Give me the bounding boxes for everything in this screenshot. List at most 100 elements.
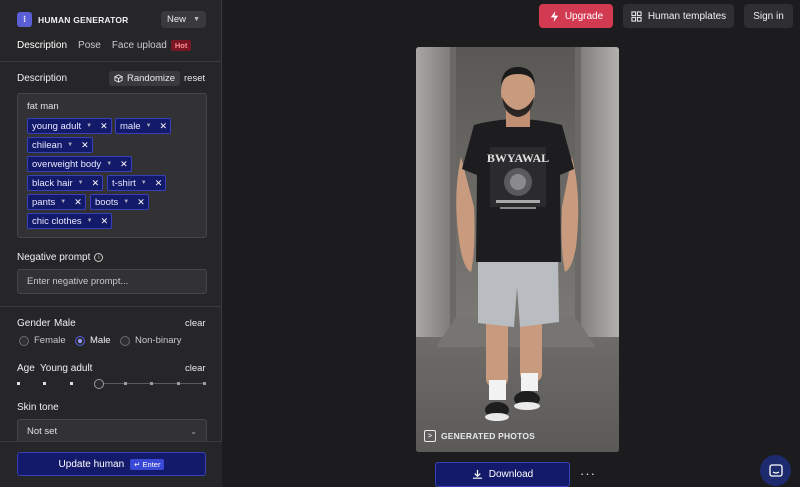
description-prompt-box[interactable]: fat man young adult ▼ ✕ male ▼ ✕ chilean… <box>17 93 207 238</box>
chip-label: black hair <box>32 177 73 189</box>
radio-circle[interactable] <box>120 335 130 346</box>
update-human-button[interactable]: Update human ↵ Enter <box>17 452 206 476</box>
skin-tone-label: Skin tone <box>17 402 59 413</box>
skin-tone-dropdown[interactable]: Not set ⌄ <box>17 419 207 443</box>
chip-label: overweight body <box>32 158 102 170</box>
sign-in-label: Sign in <box>753 10 784 22</box>
age-value: Young adult <box>40 363 93 374</box>
close-icon[interactable]: ✕ <box>92 178 100 189</box>
chevron-down-icon[interactable]: ▼ <box>87 218 93 224</box>
slider-tick <box>177 382 180 385</box>
chip-male[interactable]: male ▼ ✕ <box>115 118 172 134</box>
new-dropdown[interactable]: New ▼ <box>161 11 206 28</box>
chip-chilean[interactable]: chilean ▼ ✕ <box>27 137 93 153</box>
sign-in-button[interactable]: Sign in <box>744 4 793 28</box>
gender-value: Male <box>54 318 76 329</box>
chevron-down-icon[interactable]: ▼ <box>123 199 129 205</box>
radio-label: Non-binary <box>135 335 182 346</box>
chevron-down-icon[interactable]: ▼ <box>67 142 73 148</box>
gender-clear-button[interactable]: clear <box>185 318 206 329</box>
chevron-down-icon[interactable]: ▼ <box>146 123 152 129</box>
chevron-down-icon[interactable]: ▼ <box>60 199 66 205</box>
brand[interactable]: ⁝ HUMAN GENERATOR <box>17 12 129 27</box>
chat-icon <box>768 463 783 477</box>
tab-description[interactable]: Description <box>17 40 67 51</box>
download-label: Download <box>488 469 534 480</box>
radio-female[interactable]: Female <box>19 335 66 346</box>
new-dropdown-value: New <box>167 14 187 25</box>
prompt-text: fat man <box>27 101 59 112</box>
negative-prompt-label: Negative prompt i <box>17 252 104 263</box>
close-icon[interactable]: ✕ <box>101 216 109 227</box>
download-button[interactable]: Download <box>435 462 570 487</box>
enter-shortcut-badge: ↵ Enter <box>130 458 165 470</box>
slider-tick <box>17 382 20 385</box>
chip-young-adult[interactable]: young adult ▼ ✕ <box>27 118 112 134</box>
skin-tone-value: Not set <box>27 425 58 437</box>
chevron-down-icon: ⌄ <box>190 426 197 436</box>
close-icon[interactable]: ✕ <box>120 159 128 170</box>
description-label: Description <box>17 73 68 84</box>
upgrade-button[interactable]: Upgrade <box>539 4 613 28</box>
slider-tick <box>150 382 153 385</box>
chevron-down-icon[interactable]: ▼ <box>78 180 84 186</box>
age-clear-button[interactable]: clear <box>185 363 206 374</box>
radio-circle-selected[interactable] <box>75 335 85 346</box>
shirt-graphic-text: BWYAWAL <box>487 151 549 165</box>
terminal-icon: > <box>424 430 436 442</box>
brand-name: HUMAN GENERATOR <box>38 14 129 25</box>
cube-icon <box>114 74 123 83</box>
tab-pose[interactable]: Pose <box>78 40 101 51</box>
close-icon[interactable]: ✕ <box>155 178 163 189</box>
lightning-icon <box>550 10 558 22</box>
reset-button[interactable]: reset <box>184 73 205 84</box>
close-icon[interactable]: ✕ <box>137 197 145 208</box>
radio-label: Female <box>34 335 66 346</box>
info-icon[interactable]: i <box>94 253 104 262</box>
chip-label: chilean <box>32 139 63 151</box>
close-icon[interactable]: ✕ <box>74 197 82 208</box>
chip-label: male <box>120 120 141 132</box>
close-icon[interactable]: ✕ <box>81 140 89 151</box>
human-templates-label: Human templates <box>647 10 727 22</box>
chip-label: young adult <box>32 120 82 132</box>
negative-prompt-input[interactable] <box>17 269 207 294</box>
chip-chic-clothes[interactable]: chic clothes ▼ ✕ <box>27 213 113 229</box>
chevron-down-icon[interactable]: ▼ <box>141 180 147 186</box>
sidebar-tabs: Description Pose Face upload Hot <box>17 40 192 51</box>
tab-face-upload[interactable]: Face upload <box>112 40 167 51</box>
slider-tick <box>124 382 127 385</box>
chip-label: chic clothes <box>32 215 82 227</box>
more-options-button[interactable]: ··· <box>580 466 596 481</box>
close-icon[interactable]: ✕ <box>160 121 168 132</box>
radio-male[interactable]: Male <box>75 335 111 346</box>
update-human-label: Update human <box>58 458 125 470</box>
slider-thumb[interactable] <box>94 379 104 389</box>
age-slider[interactable] <box>17 379 207 389</box>
chip-pants[interactable]: pants ▼ ✕ <box>27 194 86 210</box>
gender-label: Gender <box>17 318 51 329</box>
randomize-button[interactable]: Randomize <box>109 71 181 86</box>
chip-label: pants <box>32 196 56 208</box>
brand-logo-icon: ⁝ <box>17 12 32 27</box>
slider-tick <box>70 382 73 385</box>
radio-label: Male <box>90 335 111 346</box>
chat-support-button[interactable] <box>760 455 791 486</box>
divider <box>0 306 222 307</box>
chip-overweight-body[interactable]: overweight body ▼ ✕ <box>27 156 132 172</box>
human-templates-button[interactable]: Human templates <box>623 4 734 28</box>
age-label: Age <box>17 363 35 374</box>
download-icon <box>472 469 482 479</box>
close-icon[interactable]: ✕ <box>100 121 108 132</box>
radio-non-binary[interactable]: Non-binary <box>120 335 181 346</box>
generated-human-image[interactable]: BWYAWAL <box>416 47 619 452</box>
radio-circle[interactable] <box>19 335 29 346</box>
slider-tick <box>43 382 46 385</box>
chip-boots[interactable]: boots ▼ ✕ <box>90 194 149 210</box>
chevron-down-icon: ▼ <box>193 16 200 23</box>
chip-black-hair[interactable]: black hair ▼ ✕ <box>27 175 104 191</box>
chevron-down-icon[interactable]: ▼ <box>106 161 112 167</box>
generated-human-illustration: BWYAWAL <box>416 47 619 452</box>
chevron-down-icon[interactable]: ▼ <box>86 123 92 129</box>
chip-t-shirt[interactable]: t-shirt ▼ ✕ <box>107 175 167 191</box>
